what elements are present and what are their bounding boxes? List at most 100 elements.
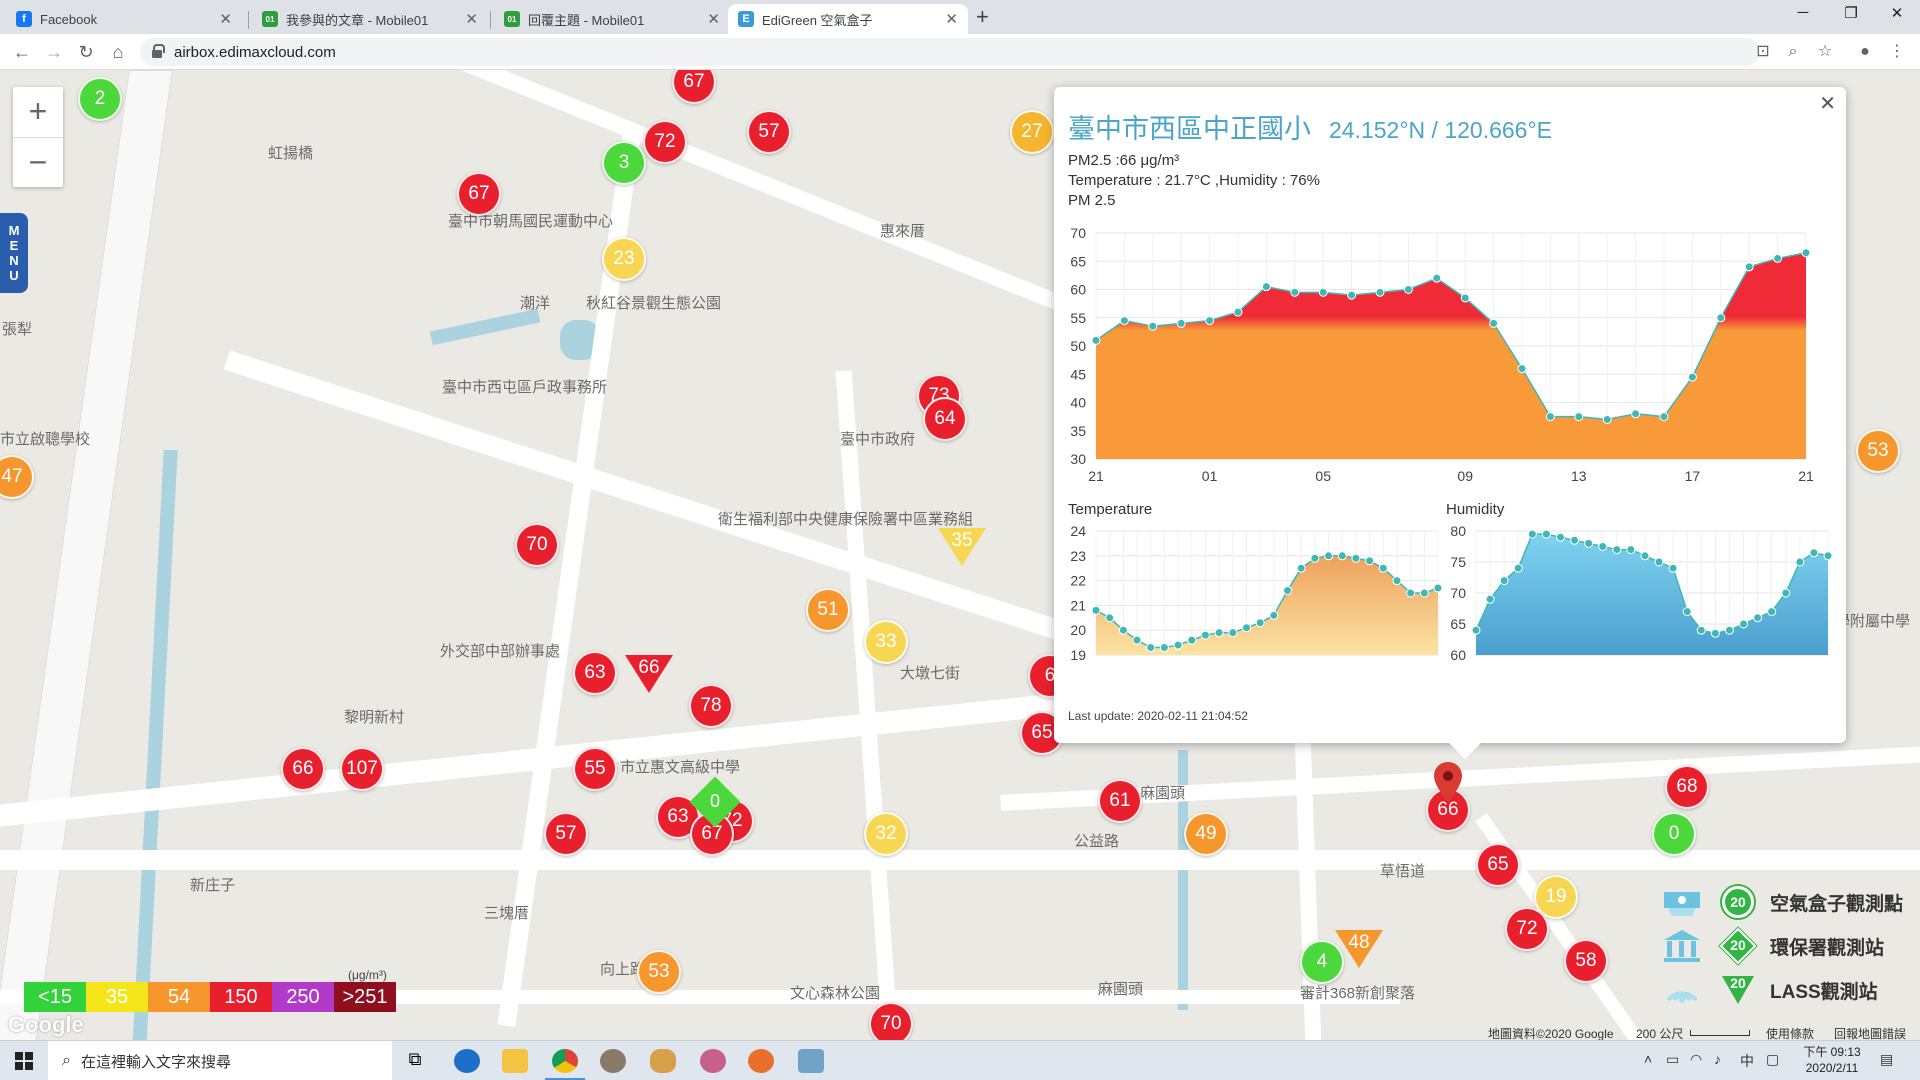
taskbar-search[interactable]: ⌕ 在這裡輸入文字來搜尋 [48,1041,392,1080]
app-icon[interactable] [650,1049,676,1073]
tab-mobile01-articles[interactable]: 01 我參與的文章 - Mobile01 ✕ [252,4,488,34]
airbox-station-marker[interactable]: 0 [1652,812,1696,856]
tab-mobile01-reply[interactable]: 01 回覆主題 - Mobile01 ✕ [494,4,730,34]
airbox-station-marker[interactable]: 66 [281,747,325,791]
profile-icon[interactable]: ● [1854,41,1876,63]
file-explorer-icon[interactable] [502,1049,528,1073]
selected-location-pin-icon[interactable] [1432,760,1464,804]
address-bar[interactable]: airbox.edimaxcloud.com [140,38,1760,66]
airbox-station-icon [1664,892,1700,916]
forward-button[interactable]: → [40,39,68,65]
y-tick-label: 60 [1450,647,1466,663]
airbox-station-marker[interactable]: 67 [457,172,501,216]
legend-airbox: 20 空氣盒子觀測點 [1658,882,1903,922]
zoom-icon[interactable]: ⌕ [1782,41,1804,63]
task-view-icon[interactable]: ⧉ [402,1049,428,1073]
new-tab-button[interactable]: + [976,4,989,30]
airbox-station-marker[interactable]: 27 [1010,110,1054,154]
airbox-station-marker[interactable]: 63 [573,651,617,695]
terms-link[interactable]: 使用條款 [1766,1025,1814,1040]
reload-button[interactable]: ↻ [72,39,100,65]
tab-edigreen[interactable]: E EdiGreen 空氣盒子 ✕ [728,4,968,34]
clock[interactable]: 下午 09:13 2020/2/11 [1796,1044,1868,1076]
map-place-label: 麻園頭 [1140,785,1186,802]
data-point [1696,625,1706,635]
close-window-button[interactable]: ✕ [1874,4,1920,22]
airbox-station-marker[interactable]: 64 [923,397,967,441]
airbox-station-marker[interactable]: 2 [78,77,122,121]
close-icon[interactable]: ✕ [1819,91,1836,116]
zoom-in-button[interactable]: + [13,87,63,137]
y-tick-label: 70 [1070,225,1086,241]
report-error-link[interactable]: 回報地圖錯誤 [1834,1025,1906,1040]
show-hidden-icons[interactable]: ˄ [1644,1051,1652,1067]
airbox-station-marker[interactable]: 57 [747,110,791,154]
airbox-station-marker[interactable]: 65 [1476,843,1520,887]
lass-station-marker[interactable]: 66 [625,655,673,693]
ime-indicator[interactable]: 中 [1740,1051,1754,1071]
close-tab-icon[interactable]: ✕ [465,10,478,28]
zoom-control: + − [13,87,63,187]
airbox-station-marker[interactable]: 67 [672,70,716,104]
edge-icon[interactable] [454,1049,480,1073]
app-icon[interactable] [600,1049,626,1073]
airbox-station-marker[interactable]: 51 [806,588,850,632]
zoom-out-button[interactable]: − [13,137,63,187]
start-button[interactable] [0,1041,48,1080]
airbox-station-marker[interactable]: 55 [573,747,617,791]
map-place-label: 臺中市政府 [840,431,916,448]
airbox-station-marker[interactable]: 53 [1856,429,1900,473]
data-point [1640,551,1650,561]
y-tick-label: 65 [1450,616,1466,632]
chrome-icon[interactable] [552,1049,578,1073]
close-tab-icon[interactable]: ✕ [707,10,720,28]
lass-station-marker[interactable]: 35 [938,528,986,566]
airbox-station-marker[interactable]: 49 [1184,812,1228,856]
airbox-station-marker[interactable]: 47 [0,455,34,499]
network-icon[interactable]: ◠ [1690,1051,1702,1068]
airbox-station-marker[interactable]: 57 [544,812,588,856]
airbox-station-marker[interactable]: 72 [643,120,687,164]
airbox-station-marker[interactable]: 70 [869,1002,913,1040]
close-tab-icon[interactable]: ✕ [945,10,958,28]
data-point [1419,588,1429,598]
airbox-station-marker[interactable]: 70 [515,523,559,567]
app-icon[interactable] [700,1049,726,1073]
ime-mode-icon[interactable]: ▢ [1766,1051,1779,1068]
translate-icon[interactable]: ⊡ [1752,41,1774,63]
volume-icon[interactable]: ♪ [1714,1051,1721,1067]
data-point [1403,285,1413,294]
airbox-station-marker[interactable]: 32 [864,812,908,856]
bookmark-star-icon[interactable]: ☆ [1814,41,1836,63]
battery-icon[interactable]: ▭ [1666,1051,1679,1068]
area-series [1476,534,1828,655]
notifications-icon[interactable]: ▤ [1880,1051,1893,1068]
blender-icon[interactable] [748,1049,774,1073]
menu-button[interactable]: M E N U [0,213,28,293]
home-icon[interactable]: ⌂ [104,39,132,65]
minimize-button[interactable]: ─ [1780,4,1826,21]
clock-time: 下午 09:13 [1803,1045,1861,1059]
restore-button[interactable]: ❐ [1828,4,1874,22]
airbox-station-marker[interactable]: 33 [864,620,908,664]
airbox-station-marker[interactable]: 78 [689,684,733,728]
badge-value: 20 [1725,889,1751,915]
close-tab-icon[interactable]: ✕ [219,10,232,28]
app-icon[interactable] [798,1049,824,1073]
airbox-station-marker[interactable]: 68 [1665,765,1709,809]
airbox-station-marker[interactable]: 23 [602,237,646,281]
map-attribution[interactable]: 地圖資料©2020 Google [1488,1025,1614,1040]
airbox-station-marker[interactable]: 53 [637,950,681,994]
tab-facebook[interactable]: f Facebook ✕ [6,4,242,34]
map-place-label: 三塊厝 [484,905,530,922]
airbox-station-marker[interactable]: 58 [1564,939,1608,983]
airbox-station-marker[interactable]: 3 [602,141,646,185]
back-button[interactable]: ← [8,39,36,65]
aqi-scale: <15 35 54 150 250 >251 [24,982,396,1012]
airbox-station-marker[interactable]: 61 [1098,779,1142,823]
more-menu-icon[interactable]: ⋮ [1886,41,1908,63]
map-place-label: 黎明新村 [344,709,405,726]
lass-station-marker[interactable]: 48 [1335,930,1383,968]
airbox-station-marker[interactable]: 72 [1505,907,1549,951]
airbox-station-marker[interactable]: 107 [340,747,384,791]
